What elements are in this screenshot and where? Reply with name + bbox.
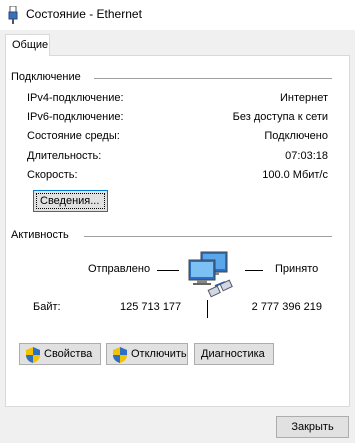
bytes-label: Байт: xyxy=(33,301,61,313)
activity-group-divider xyxy=(84,236,332,237)
received-line xyxy=(245,270,263,271)
media-state-label: Состояние среды: xyxy=(27,130,120,142)
ipv6-label: IPv6-подключение: xyxy=(27,111,124,123)
speed-label: Скорость: xyxy=(27,169,78,181)
uac-shield-icon xyxy=(113,347,127,363)
duration-label: Длительность: xyxy=(27,150,102,162)
disable-button-label: Отключить xyxy=(131,348,187,360)
network-computers-icon xyxy=(188,251,233,298)
sent-line xyxy=(157,270,179,271)
speed-value: 100.0 Мбит/с xyxy=(262,169,328,181)
details-button[interactable]: Сведения... xyxy=(33,190,108,212)
ipv4-label: IPv4-подключение: xyxy=(27,92,124,104)
activity-divider xyxy=(207,300,208,318)
ipv6-value: Без доступа к сети xyxy=(232,111,328,123)
disable-button[interactable]: Отключить xyxy=(106,343,188,365)
properties-button[interactable]: Свойства xyxy=(19,343,101,365)
diagnose-button[interactable]: Диагностика xyxy=(194,343,274,365)
bytes-sent-value: 125 713 177 xyxy=(120,301,182,313)
tab-general-label: Общие xyxy=(12,39,49,51)
ipv4-value: Интернет xyxy=(280,92,328,104)
sent-label: Отправлено xyxy=(88,263,151,275)
close-button[interactable]: Закрыть xyxy=(276,416,349,438)
close-button-label: Закрыть xyxy=(291,421,334,433)
title-bar: Состояние - Ethernet xyxy=(0,0,355,30)
connection-group-divider xyxy=(94,78,332,79)
media-state-value: Подключено xyxy=(264,130,328,142)
details-button-label: Сведения... xyxy=(40,195,100,207)
connection-group-title: Подключение xyxy=(11,71,81,83)
bytes-received-value: 2 777 396 219 xyxy=(251,301,322,313)
diagnose-button-label: Диагностика xyxy=(201,348,265,360)
tab-general[interactable]: Общие xyxy=(5,34,50,56)
status-window: Состояние - Ethernet Общие Подключение I… xyxy=(0,0,355,443)
activity-group-title: Активность xyxy=(11,229,69,241)
duration-value: 07:03:18 xyxy=(285,150,328,162)
ethernet-plug-icon xyxy=(8,6,18,24)
uac-shield-icon xyxy=(26,347,40,363)
window-title: Состояние - Ethernet xyxy=(26,7,142,21)
properties-button-label: Свойства xyxy=(44,348,93,360)
received-label: Принято xyxy=(275,263,319,275)
